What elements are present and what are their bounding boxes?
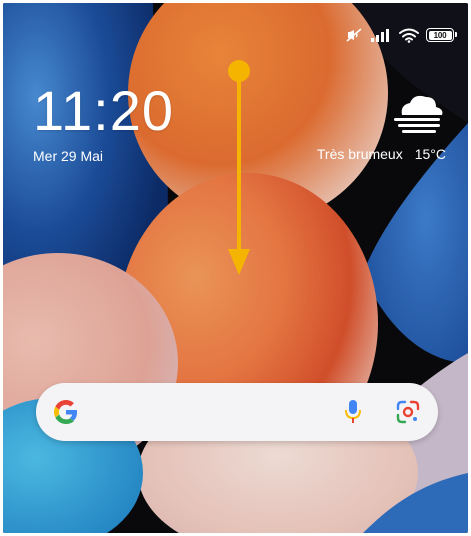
status-bar: 100 [345,25,457,45]
weather-temperature: 15°C [414,146,446,162]
weather-widget[interactable]: Très brumeux 15°C [317,146,446,162]
weather-condition: Très brumeux [316,146,403,162]
lock-screen: 100 11:20 Mer 29 Mai Très brumeux 15°C [3,3,468,533]
lock-screen-date: Mer 29 Mai [33,148,104,164]
wifi-icon [399,28,419,43]
google-g-icon[interactable] [54,400,78,424]
swipe-down-arrow-icon [228,60,250,275]
battery-percentage: 100 [433,30,447,40]
signal-icon [371,29,389,42]
fog-icon [394,95,443,133]
microphone-icon[interactable] [343,399,363,425]
mute-icon [346,28,362,42]
google-lens-icon[interactable] [396,400,420,424]
battery-icon: 100 [426,28,457,42]
google-search-bar[interactable] [36,383,438,441]
lock-screen-clock: 11:20 [33,79,174,142]
